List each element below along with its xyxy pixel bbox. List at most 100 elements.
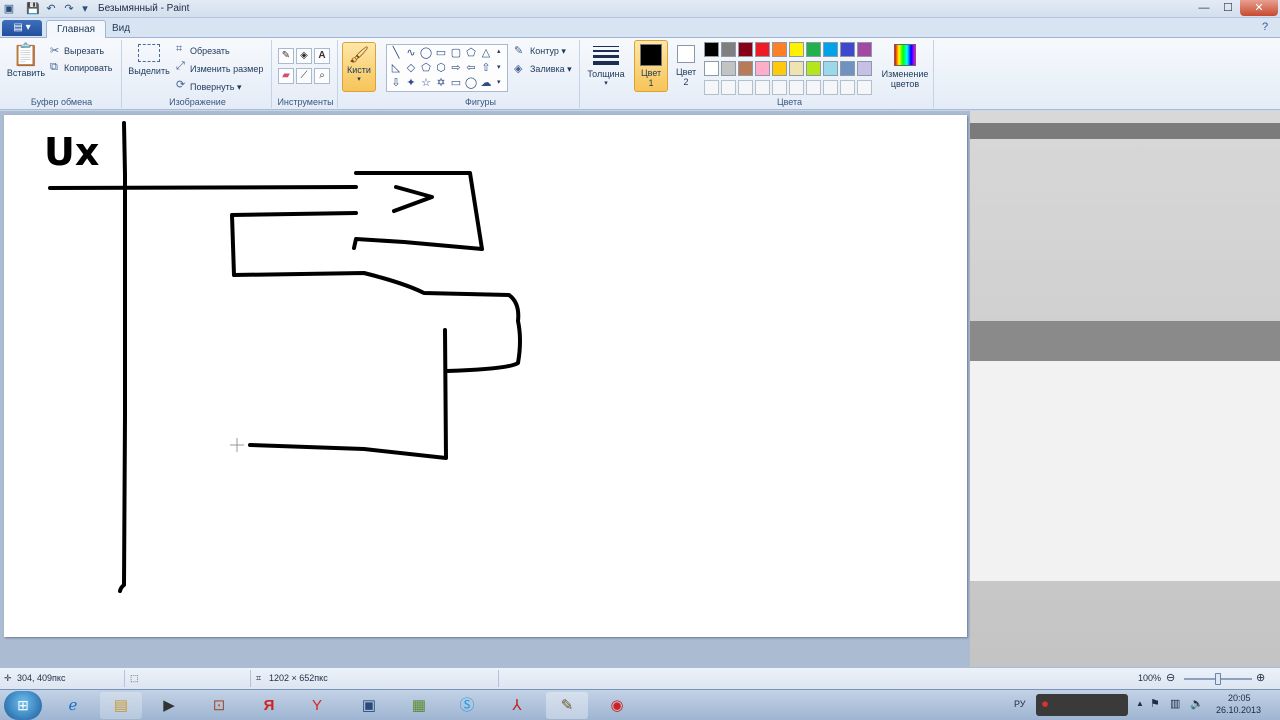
paint-taskbar-icon[interactable]: ✎ (546, 692, 588, 719)
fill-bucket-icon[interactable]: ◈ (296, 48, 312, 64)
show-hidden-icons-icon[interactable]: ▲ (1136, 699, 1144, 708)
cut-button[interactable]: Вырезать (64, 46, 104, 56)
hexagon-shape-icon[interactable]: ⬡ (434, 61, 448, 75)
diamond-shape-icon[interactable]: ◇ (404, 61, 418, 75)
redo-icon[interactable]: ↷ (62, 2, 76, 16)
shapes-scroll-up-icon[interactable]: ▴ (497, 47, 501, 55)
magnifier-icon[interactable]: ⌕ (314, 68, 330, 84)
resize-button[interactable]: Изменить размер (190, 64, 263, 74)
color-swatch[interactable] (772, 42, 787, 57)
color-swatch[interactable] (704, 42, 719, 57)
maximize-button[interactable]: ☐ (1216, 0, 1240, 16)
minimize-button[interactable]: — (1192, 0, 1216, 16)
color-picker-icon[interactable]: ⟋ (296, 68, 312, 84)
screen-recorder-icon[interactable]: ◉ (596, 692, 638, 719)
tab-home[interactable]: Главная (46, 20, 107, 38)
monitor-app-icon[interactable]: ▣ (348, 692, 390, 719)
paste-button[interactable]: 📋 Вставить (4, 42, 48, 78)
close-button[interactable]: ✕ (1240, 0, 1278, 16)
empty-color-swatch[interactable] (789, 80, 804, 95)
color-swatch[interactable] (840, 42, 855, 57)
rectangle-shape-icon[interactable]: ▭ (434, 46, 448, 60)
help-icon[interactable]: ? (1262, 21, 1268, 33)
empty-color-swatch[interactable] (857, 80, 872, 95)
fill-button[interactable]: Заливка ▾ (530, 64, 572, 75)
down-arrow-shape-icon[interactable]: ⇩ (389, 76, 403, 90)
record-stop-icon[interactable]: ⏺ (1042, 697, 1048, 712)
color-swatch[interactable] (704, 61, 719, 76)
copy-button[interactable]: Копировать (64, 63, 112, 73)
zoom-in-icon[interactable]: ⊕ (1256, 671, 1265, 684)
color-swatch[interactable] (857, 61, 872, 76)
network-app-icon[interactable]: ⊡ (198, 692, 240, 719)
application-menu-button[interactable]: ▤ ▾ (2, 20, 42, 36)
color-swatch[interactable] (772, 61, 787, 76)
winrar-icon[interactable]: ▦ (398, 692, 440, 719)
edit-colors-button[interactable]: Изменение цветов (878, 42, 932, 89)
oval-shape-icon[interactable]: ◯ (419, 46, 433, 60)
color-swatch[interactable] (823, 42, 838, 57)
empty-color-swatch[interactable] (772, 80, 787, 95)
text-tool-icon[interactable]: A (314, 48, 330, 64)
color-swatch[interactable] (806, 42, 821, 57)
clock-time[interactable]: 20:05 (1228, 693, 1251, 703)
shapes-scroll-down-icon[interactable]: ▾ (497, 63, 501, 71)
zoom-slider-thumb[interactable] (1215, 673, 1221, 685)
volume-icon[interactable]: 🔈 (1190, 697, 1204, 710)
clock-date[interactable]: 26.10.2013 (1216, 705, 1261, 715)
skype-icon[interactable]: Ⓢ (446, 692, 488, 719)
paint-app-icon[interactable]: ▣ (2, 2, 16, 16)
color-swatch[interactable] (857, 42, 872, 57)
file-explorer-icon[interactable]: ▤ (100, 692, 142, 719)
undo-icon[interactable]: ↶ (44, 2, 58, 16)
empty-color-swatch[interactable] (823, 80, 838, 95)
color-swatch[interactable] (789, 42, 804, 57)
color-swatch[interactable] (823, 61, 838, 76)
eraser-icon[interactable]: ▰ (278, 68, 294, 84)
rounded-rectangle-shape-icon[interactable]: ▢ (449, 46, 463, 60)
media-player-icon[interactable]: ▶ (148, 692, 190, 719)
flag-icon[interactable]: ⚑ (1150, 697, 1160, 710)
recorder-tray-panel[interactable]: ⏺ (1036, 694, 1128, 716)
empty-color-swatch[interactable] (704, 80, 719, 95)
shapes-gallery[interactable]: ╲ ∿ ◯ ▭ ▢ ⬠ △ ◺ ◇ ⬠ ⬡ ⇨ ⇦ ⇧ ⇩ ✦ ☆ ✡ ▭ ◯ … (386, 44, 508, 92)
color-swatch[interactable] (789, 61, 804, 76)
triangle-shape-icon[interactable]: △ (479, 46, 493, 60)
crop-button[interactable]: Обрезать (190, 46, 230, 56)
shapes-expand-icon[interactable]: ▾ (497, 78, 501, 86)
cloud-callout-shape-icon[interactable]: ☁ (479, 76, 493, 90)
rounded-callout-shape-icon[interactable]: ▭ (449, 76, 463, 90)
zoom-out-icon[interactable]: ⊖ (1166, 671, 1175, 684)
line-shape-icon[interactable]: ╲ (389, 46, 403, 60)
pentagon-shape-icon[interactable]: ⬠ (419, 61, 433, 75)
language-indicator[interactable]: РУ (1014, 699, 1026, 709)
polygon-shape-icon[interactable]: ⬠ (464, 46, 478, 60)
internet-explorer-icon[interactable]: ℯ (52, 692, 94, 719)
color-swatch[interactable] (840, 61, 855, 76)
acrobat-reader-icon[interactable]: ⅄ (496, 692, 538, 719)
color-swatch[interactable] (755, 42, 770, 57)
color-swatch[interactable] (721, 61, 736, 76)
curve-shape-icon[interactable]: ∿ (404, 46, 418, 60)
right-triangle-shape-icon[interactable]: ◺ (389, 61, 403, 75)
customize-quick-access-icon[interactable]: ▾ (78, 2, 92, 16)
pencil-icon[interactable]: ✎ (278, 48, 294, 64)
rotate-button[interactable]: Повернуть ▾ (190, 82, 241, 93)
tab-view[interactable]: Вид (102, 20, 140, 38)
thickness-button[interactable]: Толщина ▾ (584, 42, 628, 87)
left-arrow-shape-icon[interactable]: ⇦ (464, 61, 478, 75)
yandex-browser-icon[interactable]: Y (296, 692, 338, 719)
color-swatch[interactable] (755, 61, 770, 76)
color1-button[interactable]: Цвет 1 (634, 40, 668, 92)
color-swatch[interactable] (721, 42, 736, 57)
oval-callout-shape-icon[interactable]: ◯ (464, 76, 478, 90)
empty-color-swatch[interactable] (755, 80, 770, 95)
brushes-button[interactable]: 🖌 Кисти ▾ (342, 42, 376, 92)
yandex-app-icon[interactable]: Я (248, 692, 290, 719)
right-arrow-shape-icon[interactable]: ⇨ (449, 61, 463, 75)
color2-button[interactable]: Цвет 2 (670, 40, 702, 92)
outline-button[interactable]: Контур ▾ (530, 46, 566, 57)
select-button[interactable]: Выделить (126, 44, 172, 76)
color-swatch[interactable] (738, 61, 753, 76)
five-point-star-shape-icon[interactable]: ☆ (419, 76, 433, 90)
